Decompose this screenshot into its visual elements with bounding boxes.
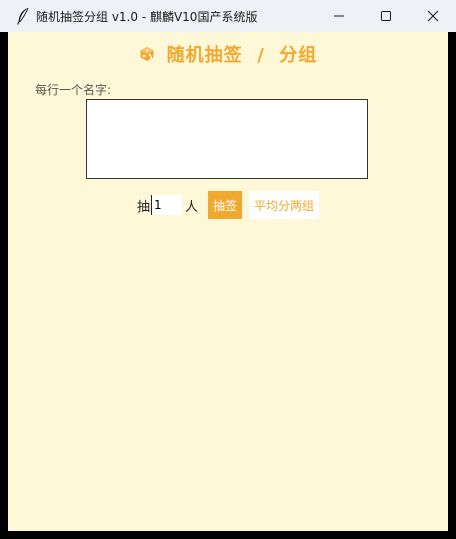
draw-suffix-label: 人: [184, 199, 198, 215]
page-header: 随机抽签 / 分组: [8, 42, 448, 66]
split-two-groups-button[interactable]: 平均分两组: [249, 191, 320, 219]
window-controls: [315, 0, 456, 32]
title-bar[interactable]: 随机抽签分组 v1.0 - 麒麟V10国产系统版: [0, 0, 456, 32]
minimize-icon: [333, 15, 344, 17]
main-panel: 随机抽签 / 分组 每行一个名字: 抽 人 抽签 平均分两组: [8, 32, 448, 531]
app-window: 随机抽签分组 v1.0 - 麒麟V10国产系统版 随机抽签 / 分组 每行一个名…: [0, 0, 456, 539]
feather-icon: [11, 0, 35, 32]
draw-count-input[interactable]: [150, 195, 182, 215]
draw-prefix-label: 抽: [136, 199, 150, 215]
draw-controls: 抽 人 抽签 平均分两组: [8, 191, 448, 219]
maximize-button[interactable]: [362, 0, 409, 32]
maximize-icon: [380, 11, 391, 21]
names-textarea[interactable]: [86, 99, 368, 179]
names-label: 每行一个名字:: [35, 83, 112, 97]
window-title: 随机抽签分组 v1.0 - 麒麟V10国产系统版: [36, 9, 258, 24]
minimize-button[interactable]: [315, 0, 362, 32]
page-title: 随机抽签 / 分组: [166, 45, 318, 66]
close-icon: [427, 10, 438, 22]
draw-button[interactable]: 抽签: [208, 191, 243, 219]
close-button[interactable]: [409, 0, 456, 32]
dice-icon: [140, 47, 154, 61]
